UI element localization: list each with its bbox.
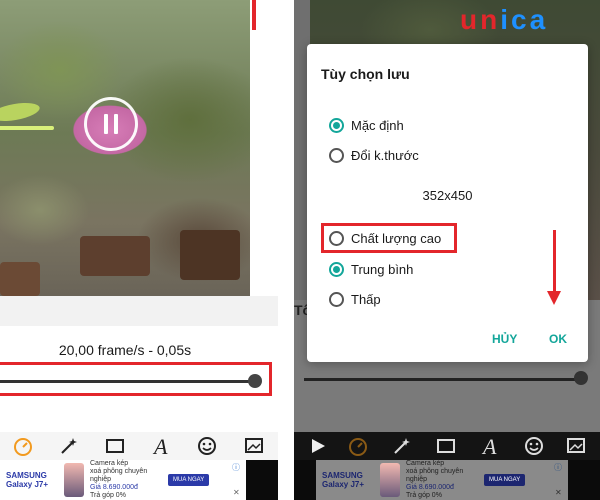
logo-letter: u	[460, 4, 481, 35]
magic-wand-icon[interactable]	[380, 432, 424, 460]
magic-wand-icon[interactable]	[46, 432, 92, 460]
flower-pot	[0, 262, 40, 296]
option-label: Thấp	[351, 291, 381, 307]
crop-icon[interactable]	[92, 432, 138, 460]
frame-rate-slider-highlight	[0, 362, 272, 396]
ad-banner[interactable]: SAMSUNG Galaxy J7+ Camera kép xoá phông …	[0, 460, 246, 500]
frame-rate-slider-track[interactable]	[0, 380, 254, 383]
ad-info-icon[interactable]: ⓘ	[232, 462, 240, 473]
frame-rate-slider-thumb[interactable]	[248, 374, 262, 388]
radio-unselected-icon[interactable]	[329, 147, 344, 163]
timer-icon[interactable]	[336, 432, 380, 460]
text-icon[interactable]: A	[468, 432, 512, 460]
ad-line: xoá phông chuyên nghiệp	[90, 468, 148, 483]
option-low-quality[interactable]: Thấp	[329, 290, 381, 308]
radio-selected-icon[interactable]	[329, 117, 344, 133]
video-preview[interactable]	[0, 0, 250, 296]
ad-line: Camera kép	[406, 460, 445, 467]
save-options-dialog: Tùy chọn lưu Mặc định Đổi k.thước 352x45…	[307, 44, 588, 362]
smiley-icon[interactable]	[512, 432, 556, 460]
stem-shape	[0, 126, 54, 130]
unica-logo: u n i c a	[460, 4, 580, 35]
flower-pot	[80, 236, 150, 276]
screen-divider	[278, 0, 294, 500]
speed-slider-track[interactable]	[304, 378, 580, 381]
option-label: Đổi k.thước	[351, 147, 419, 163]
ad-line: Trả góp 0%	[406, 492, 442, 499]
ad-side-bar	[246, 460, 278, 500]
leaf-shape	[0, 99, 42, 125]
edit-toolbar: A	[0, 432, 278, 460]
ad-cta-button[interactable]: MUA NGAY	[168, 474, 210, 486]
logo-letter: c	[511, 4, 530, 35]
option-resize[interactable]: Đổi k.thước	[329, 146, 419, 164]
ad-price: Giá 8.690.000đ	[90, 484, 138, 491]
option-medium-quality[interactable]: Trung bình	[329, 260, 413, 278]
frame-rate-label: 20,00 frame/s - 0,05s	[58, 342, 192, 358]
option-label: Mặc định	[351, 117, 404, 133]
ad-close-icon[interactable]: ✕	[555, 488, 562, 497]
smiley-icon[interactable]	[184, 432, 230, 460]
option-default[interactable]: Mặc định	[329, 116, 404, 134]
ok-button[interactable]: OK	[549, 332, 567, 346]
option-label: Trung bình	[351, 261, 414, 277]
output-size: 352x450	[422, 188, 473, 203]
ad-copy: Camera kép xoá phông chuyên nghiệp Giá 8…	[406, 460, 478, 500]
ad-brand: SAMSUNG Galaxy J7+	[322, 471, 365, 489]
highlight-marker	[252, 0, 256, 30]
play-icon[interactable]	[300, 432, 336, 460]
ad-phone-image	[380, 463, 400, 497]
option-label: Chất lượng cao	[351, 230, 442, 246]
ad-side-bar	[568, 460, 600, 500]
ad-line: xoá phông chuyên nghiệp	[406, 468, 464, 483]
radio-unselected-icon[interactable]	[329, 291, 344, 307]
red-arrow-shaft	[553, 230, 556, 294]
ad-phone-image	[64, 463, 84, 497]
ad-close-icon[interactable]: ✕	[233, 488, 240, 497]
ad-info-icon[interactable]: ⓘ	[554, 462, 562, 473]
red-arrow-down-icon	[547, 291, 561, 305]
logo-letter: n	[480, 4, 501, 35]
dialog-title: Tùy chọn lưu	[321, 66, 410, 82]
svg-text:A: A	[481, 435, 497, 457]
ad-price: Giá 8.690.000đ	[406, 484, 454, 491]
left-screen: 20,00 frame/s - 0,05s A SAMSUNG Galaxy J…	[0, 0, 278, 500]
logo-letter: a	[529, 4, 549, 35]
flower-pot	[180, 230, 240, 280]
pause-icon[interactable]	[84, 97, 138, 151]
ad-banner-dimmed[interactable]: SAMSUNG Galaxy J7+ Camera kép xoá phông …	[316, 460, 568, 500]
ad-line: Camera kép	[90, 460, 129, 467]
ad-brand: SAMSUNG Galaxy J7+	[6, 471, 49, 489]
edit-toolbar-dimmed: A	[294, 432, 600, 460]
radio-unselected-icon[interactable]	[329, 230, 344, 246]
radio-selected-icon[interactable]	[329, 261, 344, 277]
save-image-icon[interactable]	[230, 432, 278, 460]
logo-letter: i	[500, 4, 511, 35]
settings-band	[0, 296, 278, 326]
cancel-button[interactable]: HỦY	[492, 332, 517, 346]
ad-cta-button[interactable]: MUA NGAY	[484, 474, 526, 486]
save-image-icon[interactable]	[556, 432, 596, 460]
svg-text:A: A	[152, 435, 168, 457]
timer-icon[interactable]	[0, 432, 46, 460]
ad-side-bar	[294, 460, 316, 500]
ad-copy: Camera kép xoá phông chuyên nghiệp Giá 8…	[90, 460, 162, 500]
preview-margin	[250, 0, 278, 296]
speed-slider-thumb[interactable]	[574, 371, 588, 385]
text-icon[interactable]: A	[138, 432, 184, 460]
crop-icon[interactable]	[424, 432, 468, 460]
ad-line: Trả góp 0%	[90, 492, 126, 499]
option-high-quality[interactable]: Chất lượng cao	[329, 229, 441, 247]
